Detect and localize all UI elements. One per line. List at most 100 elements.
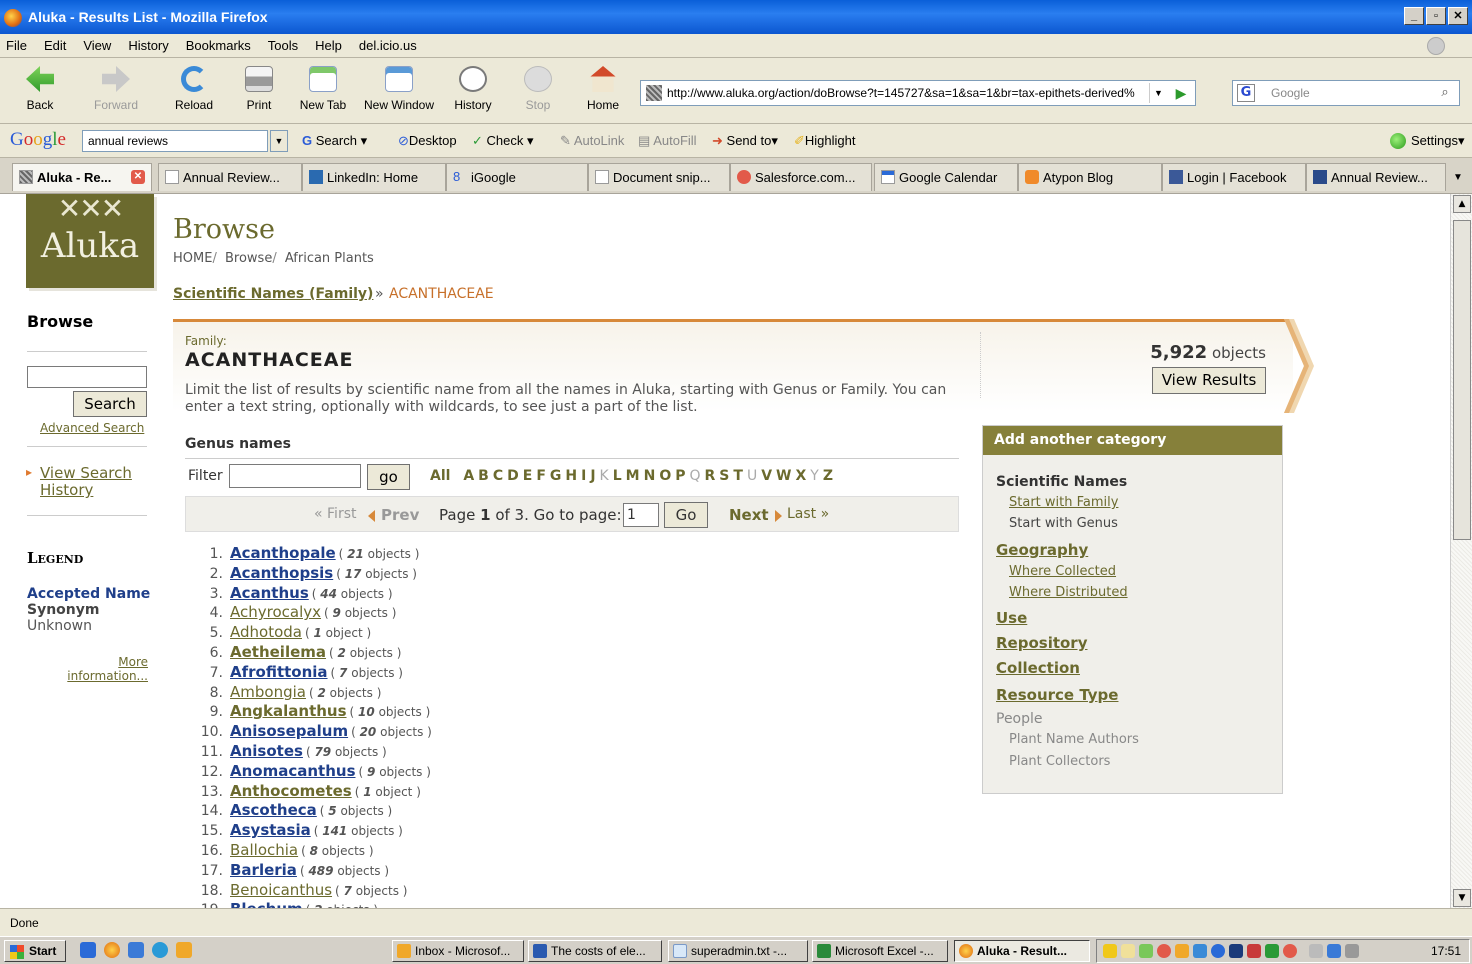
genus-link[interactable]: Barleria [230, 861, 297, 879]
alpha-all-link[interactable]: All [430, 468, 450, 484]
genus-link[interactable]: Acanthus [230, 584, 309, 602]
alpha-letter-o[interactable]: O [659, 468, 671, 484]
alpha-letter-m[interactable]: M [626, 468, 640, 484]
taskbar-item-word[interactable]: The costs of ele... [528, 940, 662, 962]
breadcrumb-african-plants[interactable]: African Plants [285, 251, 374, 266]
taskbar-item-aluka[interactable]: Aluka - Result... [954, 940, 1090, 962]
page-go-button[interactable]: Go [664, 502, 708, 528]
highlight-button[interactable]: ✐Highlight [794, 133, 856, 149]
spell-check-button[interactable]: ✓ Check ▾ [472, 133, 534, 149]
tray-mail-icon[interactable] [1121, 944, 1135, 958]
alpha-letter-c[interactable]: C [493, 468, 503, 484]
tab-atypon-blog[interactable]: Atypon Blog [1018, 163, 1162, 191]
window-titlebar[interactable]: Aluka - Results List - Mozilla Firefox _… [0, 0, 1472, 34]
collection-link[interactable]: Collection [996, 659, 1080, 677]
where-distributed-link[interactable]: Where Distributed [1009, 585, 1128, 600]
google-search-button[interactable]: G Search ▾ [302, 133, 367, 149]
breadcrumb-home[interactable]: HOME [173, 251, 212, 266]
tab-google-calendar[interactable]: Google Calendar [874, 163, 1018, 191]
scientific-names-family-link[interactable]: Scientific Names (Family) [173, 286, 373, 302]
aluka-logo[interactable]: ✕✕✕ Aluka [26, 194, 154, 288]
quicklaunch-window-icon[interactable] [128, 942, 144, 958]
alpha-letter-r[interactable]: R [705, 468, 716, 484]
alpha-letter-b[interactable]: B [478, 468, 489, 484]
tray-display-icon[interactable] [1309, 944, 1323, 958]
all-tabs-chevron-icon[interactable]: ▼ [1448, 166, 1468, 190]
next-page-link[interactable]: Next [729, 506, 782, 524]
resource-type-link[interactable]: Resource Type [996, 686, 1118, 704]
volume-icon[interactable] [1345, 944, 1359, 958]
tab-igoogle[interactable]: 8 iGoogle [446, 163, 588, 191]
genus-link[interactable]: Adhotoda [230, 623, 302, 641]
taskbar-item-excel[interactable]: Microsoft Excel -... [812, 940, 948, 962]
tab-document-snip[interactable]: Document snip... [588, 163, 730, 191]
menu-file[interactable]: File [6, 38, 27, 53]
tab-close-icon[interactable]: ✕ [131, 170, 145, 184]
genus-link[interactable]: Angkalanthus [230, 702, 347, 720]
genus-link[interactable]: Acanthopale [230, 544, 336, 562]
google-logo[interactable]: Google [10, 129, 66, 151]
start-button[interactable]: Start [4, 940, 66, 962]
alpha-letter-l[interactable]: L [613, 468, 622, 484]
view-results-button[interactable]: View Results [1152, 367, 1266, 394]
tab-aluka[interactable]: Aluka - Re... ✕ [12, 163, 152, 191]
google-query-input[interactable]: annual reviews [82, 130, 268, 152]
taskbar-item-inbox[interactable]: Inbox - Microsof... [392, 940, 524, 962]
url-dropdown-icon[interactable]: ▼ [1149, 83, 1167, 103]
tray-globe-icon[interactable] [1211, 944, 1225, 958]
tray-security-icon[interactable] [1229, 944, 1243, 958]
menu-tools[interactable]: Tools [268, 38, 298, 53]
search-icon[interactable]: ⌕ [1435, 83, 1455, 103]
menu-edit[interactable]: Edit [44, 38, 66, 53]
tray-alert-icon[interactable] [1157, 944, 1171, 958]
tray-outlook-icon[interactable] [1175, 944, 1189, 958]
new-tab-button[interactable]: New Tab [296, 66, 350, 112]
where-collected-link[interactable]: Where Collected [1009, 564, 1116, 579]
tab-salesforce[interactable]: Salesforce.com... [730, 163, 872, 191]
page-scrollbar[interactable]: ▲ ▼ [1450, 194, 1472, 908]
quicklaunch-firefox-icon[interactable] [104, 942, 120, 958]
query-dropdown-icon[interactable]: ▼ [270, 130, 288, 152]
tray-network-icon[interactable] [1193, 944, 1207, 958]
back-button[interactable]: Back [20, 66, 60, 112]
tray-check-icon[interactable] [1139, 944, 1153, 958]
breadcrumb-browse[interactable]: Browse [225, 251, 272, 266]
genus-link[interactable]: Blechum [230, 900, 303, 908]
settings-button[interactable]: Settings▾ [1411, 133, 1465, 149]
sidebar-search-button[interactable]: Search [73, 391, 147, 417]
quicklaunch-desktop-icon[interactable] [80, 942, 96, 958]
maximize-button[interactable]: ▫ [1426, 7, 1446, 25]
repository-link[interactable]: Repository [996, 634, 1088, 652]
genus-link[interactable]: Anomacanthus [230, 762, 356, 780]
alpha-letter-s[interactable]: S [719, 468, 729, 484]
reload-button[interactable]: Reload [172, 66, 216, 112]
first-page-link[interactable]: « First [314, 506, 356, 522]
autolink-button[interactable]: ✎ AutoLink [560, 133, 624, 149]
taskbar-item-notepad[interactable]: superadmin.txt -... [668, 940, 808, 962]
alpha-letter-v[interactable]: V [761, 468, 772, 484]
genus-link[interactable]: Achyrocalyx [230, 603, 321, 621]
genus-link[interactable]: Benoicanthus [230, 881, 332, 899]
view-search-history-link[interactable]: View Search History [40, 465, 150, 499]
tray-monitor-icon[interactable] [1327, 944, 1341, 958]
tray-sync-icon[interactable] [1265, 944, 1279, 958]
alpha-letter-z[interactable]: Z [823, 468, 833, 484]
autofill-button[interactable]: ▤ AutoFill [638, 133, 697, 149]
minimize-button[interactable]: _ [1404, 7, 1424, 25]
alpha-letter-n[interactable]: N [644, 468, 656, 484]
alpha-letter-t[interactable]: T [733, 468, 743, 484]
send-to-button[interactable]: ➜ Send to▾ [712, 133, 778, 149]
alpha-letter-g[interactable]: G [550, 468, 562, 484]
genus-link[interactable]: Asystasia [230, 821, 311, 839]
url-bar[interactable]: http://www.aluka.org/action/doBrowse?t=1… [640, 80, 1196, 106]
more-information-link[interactable]: More information... [40, 655, 148, 683]
scroll-thumb[interactable] [1453, 220, 1471, 540]
genus-link[interactable]: Anthocometes [230, 782, 352, 800]
scroll-down-icon[interactable]: ▼ [1453, 889, 1471, 907]
genus-link[interactable]: Afrofittonia [230, 663, 328, 681]
genus-link[interactable]: Anisotes [230, 742, 303, 760]
advanced-search-link[interactable]: Advanced Search [40, 421, 144, 435]
alpha-letter-d[interactable]: D [507, 468, 519, 484]
print-button[interactable]: Print [242, 66, 276, 112]
go-arrow-icon[interactable]: ▶ [1171, 83, 1191, 103]
